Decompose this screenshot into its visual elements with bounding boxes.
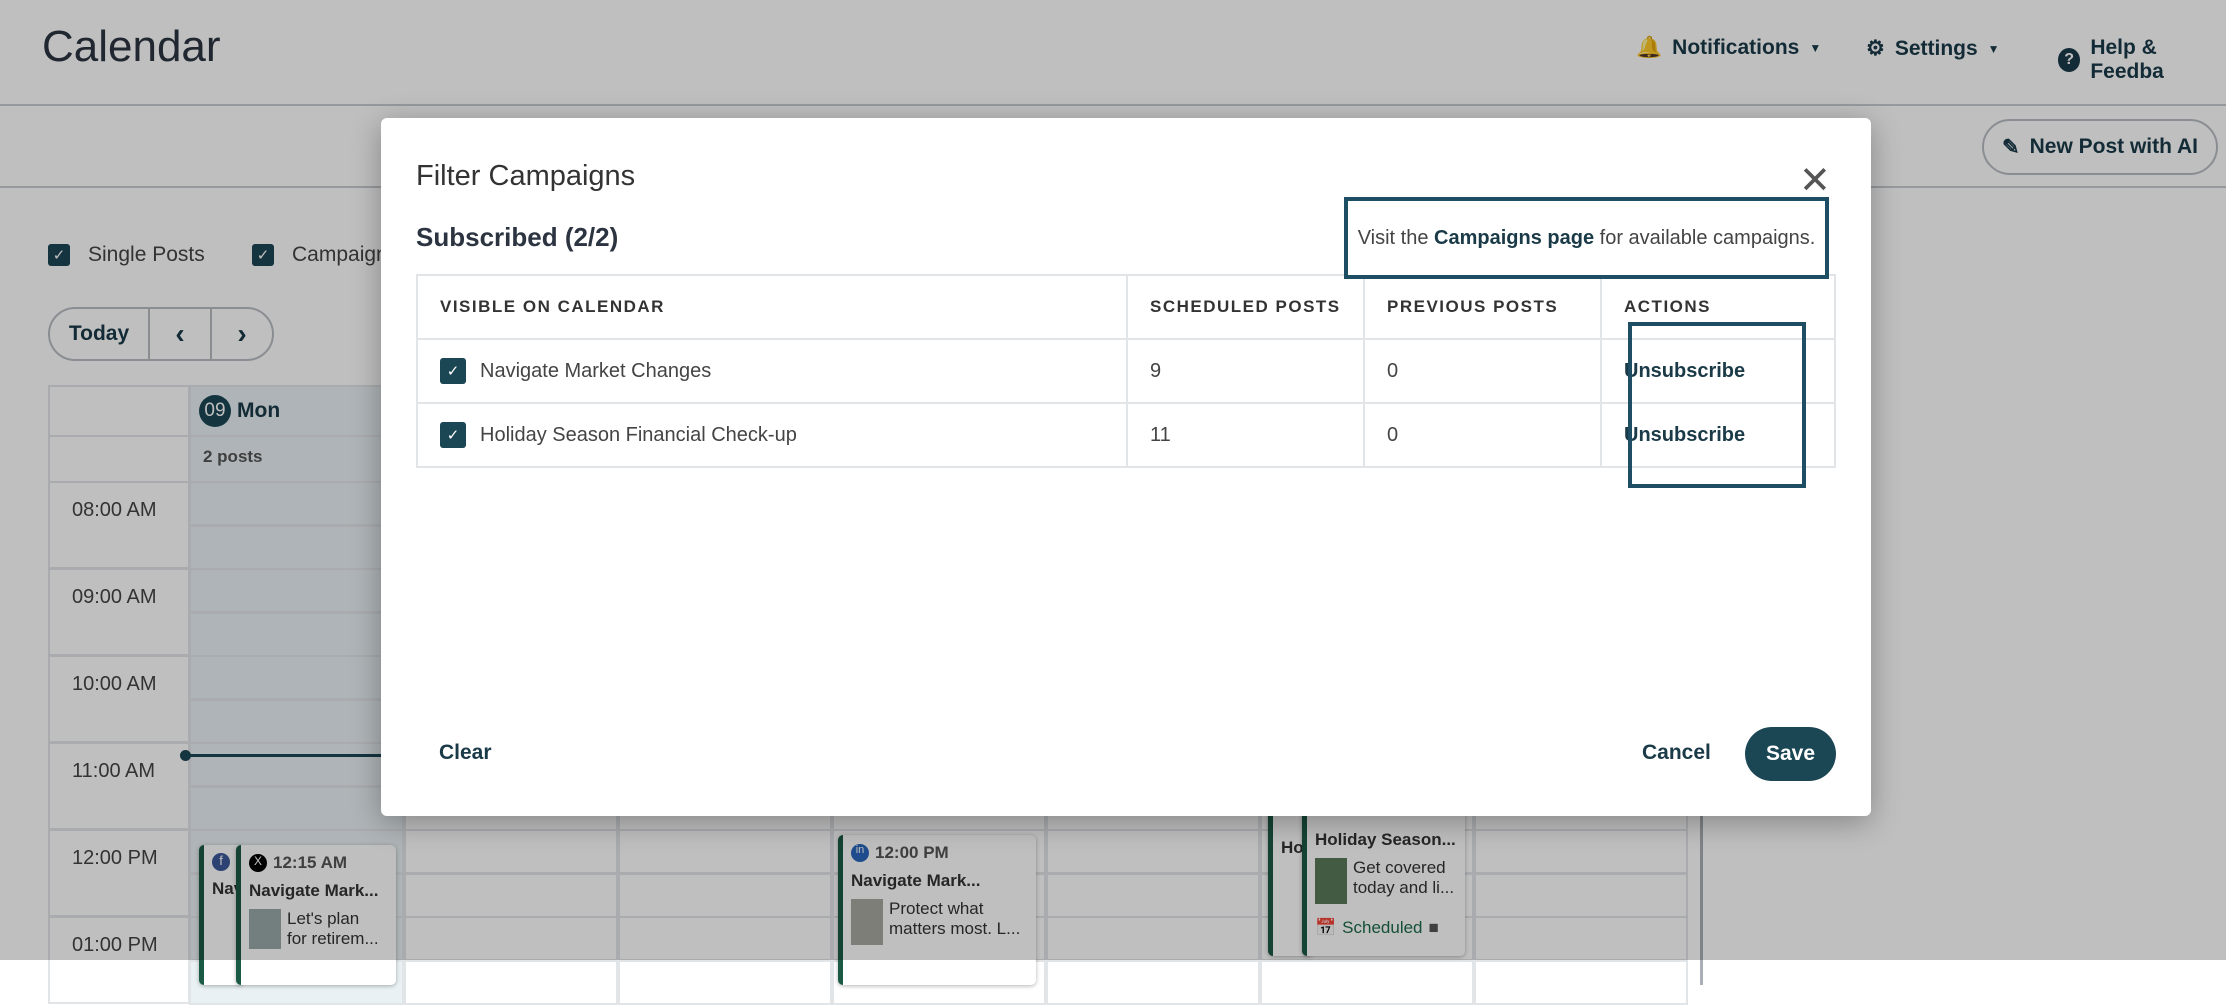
save-button[interactable]: Save [1745,727,1836,781]
calendar-slot[interactable] [404,960,618,1005]
campaign-name: Navigate Market Changes [480,359,712,382]
checkbox-checked-icon[interactable]: ✓ [440,358,466,384]
table-row: ✓ Navigate Market Changes 9 0 Unsubscribe [416,338,1836,404]
campaigns-page-notice: Visit the Campaigns page for available c… [1344,197,1829,279]
checkbox-checked-icon[interactable]: ✓ [440,422,466,448]
unsubscribe-highlight [1628,322,1806,488]
previous-count: 0 [1363,402,1602,468]
scheduled-count: 11 [1126,402,1365,468]
clear-button[interactable]: Clear [439,741,492,765]
table-header-row: VISIBLE ON CALENDAR SCHEDULED POSTS PREV… [416,274,1836,340]
campaigns-table: VISIBLE ON CALENDAR SCHEDULED POSTS PREV… [416,274,1836,468]
calendar-slot[interactable] [1046,960,1260,1005]
notice-text: Visit the [1357,226,1435,249]
cancel-button[interactable]: Cancel [1642,741,1711,765]
calendar-slot[interactable] [1260,960,1474,1005]
filter-campaigns-modal: Filter Campaigns ✕ Subscribed (2/2) VISI… [381,118,1871,816]
calendar-slot[interactable] [1474,960,1688,1005]
scheduled-count: 9 [1126,338,1365,404]
column-header: PREVIOUS POSTS [1363,274,1602,340]
campaign-name: Holiday Season Financial Check-up [480,423,797,446]
column-header: VISIBLE ON CALENDAR [416,274,1128,340]
previous-count: 0 [1363,338,1602,404]
column-header: SCHEDULED POSTS [1126,274,1365,340]
table-row: ✓ Holiday Season Financial Check-up 11 0 … [416,402,1836,468]
notice-text: for available campaigns. [1594,226,1816,249]
campaigns-page-link[interactable]: Campaigns page [1434,227,1594,250]
subscribed-heading: Subscribed (2/2) [416,222,619,252]
calendar-slot[interactable] [618,960,832,1005]
modal-title: Filter Campaigns [416,160,636,192]
